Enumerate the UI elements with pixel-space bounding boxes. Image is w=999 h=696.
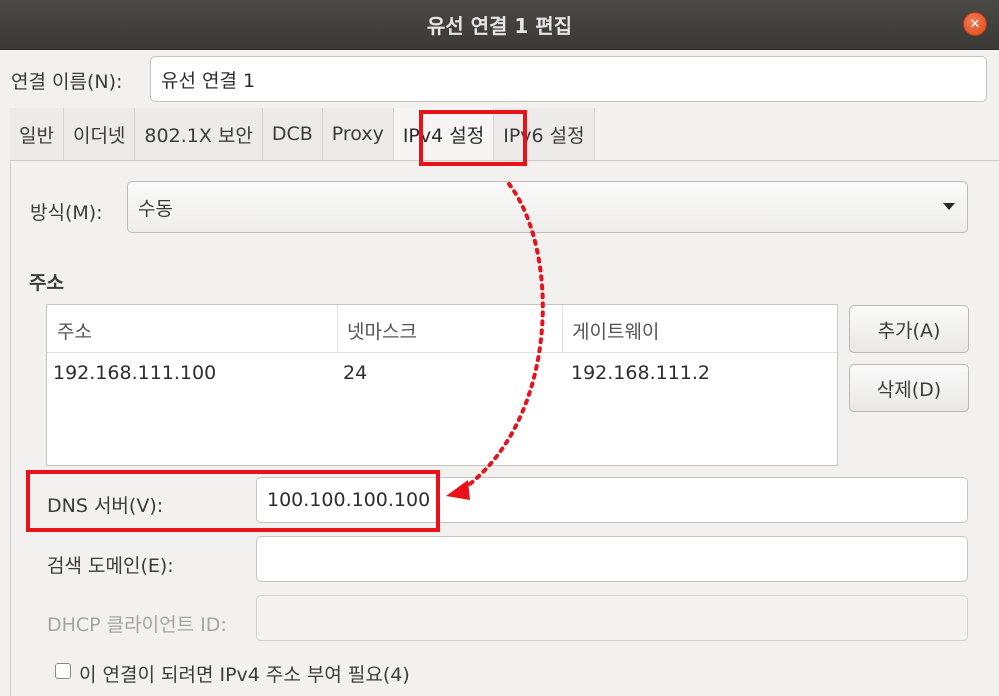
tab-dcb[interactable]: DCB [262,108,323,160]
dhcp-client-id-label: DHCP 클라이언트 ID: [47,614,227,636]
column-divider [337,305,338,353]
tab-label: 802.1X 보안 [144,124,253,147]
column-header-netmask[interactable]: 넷마스크 [347,317,417,344]
address-section-title: 주소 [29,272,64,294]
connection-name-label: 연결 이름(N): [11,71,123,93]
search-domain-input[interactable] [256,536,968,582]
title-bar: 유선 연결 1 편집 ✕ [0,0,999,50]
require-ipv4-checkbox[interactable] [55,663,71,679]
tab-label: IPv6 설정 [503,124,585,147]
tab-proxy[interactable]: Proxy [322,108,394,160]
delete-button-label: 삭제(D) [876,378,942,401]
dropdown-arrow-icon [943,203,955,210]
close-button[interactable]: ✕ [963,12,987,36]
cell-gateway[interactable]: 192.168.111.2 [571,362,710,384]
dns-server-label: DNS 서버(V): [47,495,164,517]
column-divider [562,305,563,353]
dns-server-value: 100.100.100.100 [267,489,431,511]
connection-name-input[interactable]: 유선 연결 1 [150,56,987,102]
close-icon: ✕ [969,16,981,32]
method-dropdown[interactable]: 수동 [127,181,968,233]
connection-name-value: 유선 연결 1 [161,69,256,92]
column-header-gateway[interactable]: 게이트웨이 [572,317,659,344]
method-value: 수동 [138,197,173,220]
add-button-label: 추가(A) [877,319,941,342]
method-label: 방식(M): [30,202,103,224]
tab-label: Proxy [331,123,384,145]
tab-label: 일반 [19,124,54,147]
dns-server-input[interactable]: 100.100.100.100 [256,477,968,523]
cell-address[interactable]: 192.168.111.100 [53,362,216,384]
address-table[interactable]: 주소 넷마스크 게이트웨이 192.168.111.100 24 192.168… [46,304,838,466]
search-domain-label: 검색 도메인(E): [47,555,174,577]
dhcp-client-id-input [256,595,968,641]
require-ipv4-label[interactable]: 이 연결이 되려면 IPv4 주소 부여 필요(4) [79,660,410,687]
tab-label: IPv4 설정 [402,124,485,147]
delete-address-button[interactable]: 삭제(D) [849,364,969,412]
add-address-button[interactable]: 추가(A) [849,305,969,353]
tab-ipv4-settings[interactable]: IPv4 설정 [393,108,495,160]
table-header: 주소 넷마스크 게이트웨이 [47,305,837,353]
cell-netmask[interactable]: 24 [343,362,367,384]
tab-general[interactable]: 일반 [10,108,64,160]
tab-label: 이더넷 [72,124,126,147]
tab-8021x-security[interactable]: 802.1X 보안 [135,108,263,160]
tab-bar: 일반 이더넷 802.1X 보안 DCB Proxy IPv4 설정 IPv6 … [10,108,595,160]
column-header-address[interactable]: 주소 [57,317,92,344]
tab-label: DCB [271,123,313,145]
window-title: 유선 연결 1 편집 [426,14,573,38]
tab-ethernet[interactable]: 이더넷 [63,108,136,160]
tab-ipv6-settings[interactable]: IPv6 설정 [494,108,595,160]
